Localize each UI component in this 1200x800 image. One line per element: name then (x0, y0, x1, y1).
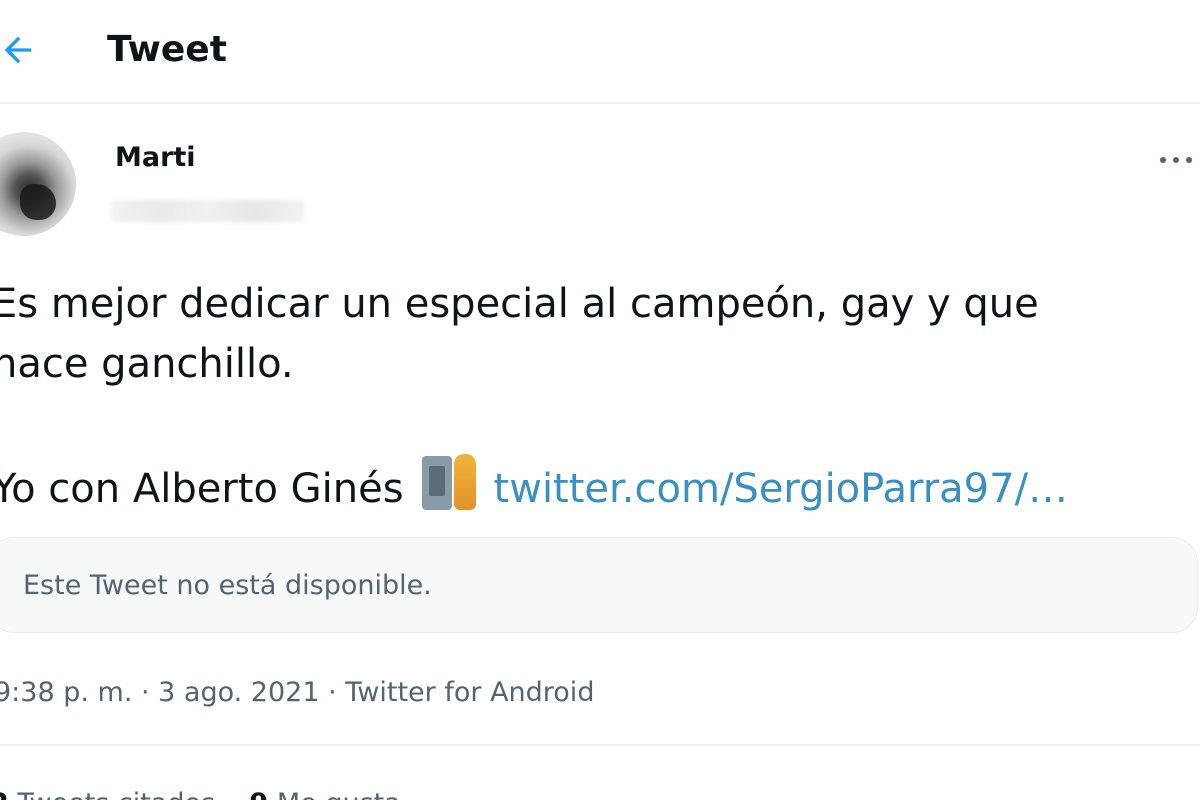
tweet-text-line: Yo con Alberto Ginés twitter.com/SergioPa… (0, 454, 1192, 514)
back-button[interactable] (0, 26, 42, 74)
arrow-left-icon (4, 36, 32, 64)
tweet-text: Es mejor dedicar un especial al campeón,… (0, 274, 1192, 514)
more-horizontal-icon (1160, 157, 1166, 163)
tweet-time[interactable]: 9:38 p. m. (0, 677, 132, 708)
tweet-stats: 2 Tweets citados 9 Me gusta (0, 786, 401, 800)
tweet-text-line: hace ganchillo. (0, 341, 294, 387)
meta-separator: · (319, 677, 346, 708)
more-options-button[interactable] (1160, 148, 1200, 172)
quoted-tweet-unavailable-text: Este Tweet no está disponible. (23, 570, 432, 601)
meta-separator: · (132, 677, 159, 708)
tweet-date[interactable]: 3 ago. 2021 (158, 677, 319, 708)
page-title: Tweet (107, 29, 227, 70)
tweet-page: Tweet Marti Es mejor dedicar un especial… (0, 0, 1200, 800)
climbing-person-emoji (420, 454, 480, 510)
author-display-name[interactable]: Marti (115, 142, 196, 174)
more-horizontal-icon-dot (1186, 157, 1192, 163)
tweet-text-line: Es mejor dedicar un especial al campeón,… (0, 281, 1039, 327)
tweet-meta: 9:38 p. m. · 3 ago. 2021 · Twitter for A… (0, 675, 594, 711)
tweet-link[interactable]: twitter.com/SergioParra97/… (494, 466, 1069, 512)
quote-tweets-count: 2 (0, 788, 9, 800)
avatar-image-detail (20, 184, 56, 220)
likes-count: 9 (250, 788, 269, 800)
author-handle-redacted (110, 200, 305, 222)
divider (0, 744, 1200, 746)
likes-label: Me gusta (268, 788, 401, 800)
tweet-text-segment: Yo con Alberto Ginés (0, 466, 404, 512)
quoted-tweet-card[interactable]: Este Tweet no está disponible. (0, 537, 1198, 633)
page-header: Tweet (0, 0, 1200, 104)
likes-stat[interactable]: 9 Me gusta (250, 788, 401, 800)
avatar[interactable] (0, 132, 76, 236)
quote-tweets-stat[interactable]: 2 Tweets citados (0, 788, 215, 800)
more-horizontal-icon-dot (1173, 157, 1179, 163)
tweet-source[interactable]: Twitter for Android (345, 677, 594, 708)
quote-tweets-label: Tweets citados (9, 788, 215, 800)
